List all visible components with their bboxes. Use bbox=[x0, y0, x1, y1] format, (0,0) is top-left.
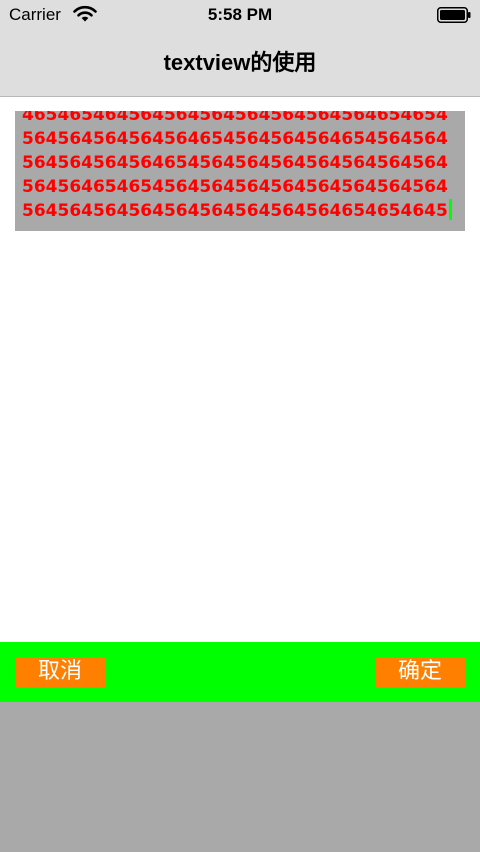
battery-icon bbox=[437, 7, 471, 23]
navigation-bar: textview的使用 bbox=[0, 30, 480, 97]
text-caret bbox=[448, 199, 452, 220]
action-toolbar: 取消 确定 bbox=[0, 642, 480, 702]
text-view[interactable]: 4654654645645645645645645645646546545645… bbox=[15, 111, 465, 231]
text-view-content[interactable]: 4654654645645645645645645645646546545645… bbox=[22, 111, 454, 223]
status-bar: Carrier 5:58 PM bbox=[0, 0, 480, 30]
bottom-panel bbox=[0, 702, 480, 852]
text-view-text: 4654654645645645645645645645646546545645… bbox=[22, 111, 448, 221]
cancel-button[interactable]: 取消 bbox=[15, 657, 105, 687]
status-time: 5:58 PM bbox=[207, 5, 273, 24]
confirm-button[interactable]: 确定 bbox=[375, 657, 465, 687]
page-title: textview的使用 bbox=[163, 50, 317, 75]
